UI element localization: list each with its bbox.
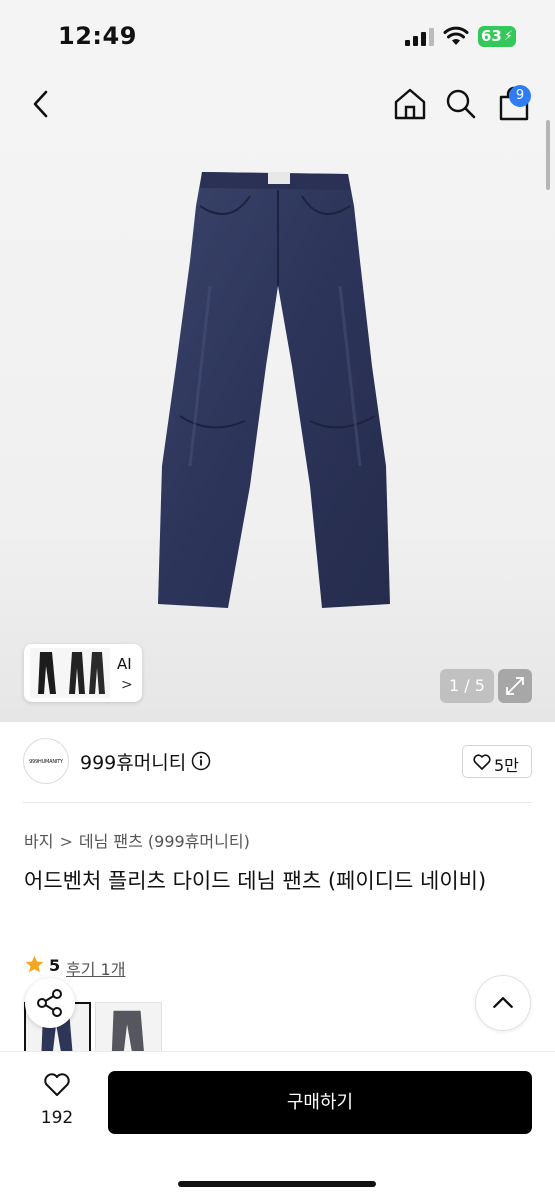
breadcrumb-separator: >	[59, 832, 73, 851]
ai-styling-chip[interactable]: AI >	[24, 644, 142, 702]
heart-icon	[44, 1073, 70, 1096]
heart-icon	[473, 754, 491, 770]
swatch-grey-image	[111, 1010, 145, 1057]
image-counter: 1 / 5	[440, 669, 494, 703]
chevron-right-icon: >	[121, 677, 133, 693]
ai-outfit-thumbnail	[30, 648, 110, 698]
star-icon	[25, 955, 44, 973]
wifi-icon	[443, 26, 469, 45]
charging-bolt-icon: ⚡	[503, 29, 513, 44]
color-swatch-grey[interactable]	[95, 1002, 162, 1058]
rating-score: 5	[49, 956, 61, 975]
home-icon[interactable]	[393, 87, 427, 121]
buy-button[interactable]: 구매하기	[108, 1071, 532, 1134]
store-name[interactable]: 999휴머니티	[80, 748, 186, 775]
status-time: 12:49	[58, 22, 137, 50]
cellular-signal-icon	[405, 28, 434, 46]
scroll-to-top-icon[interactable]	[475, 975, 531, 1031]
product-title: 어드벤처 플리츠 다이드 데님 팬츠 (페이디드 네이비)	[24, 869, 487, 893]
divider	[23, 802, 532, 803]
scrollbar-thumb[interactable]	[546, 120, 550, 190]
wishlist-button[interactable]: 192	[34, 1072, 80, 1132]
battery-level: 63	[481, 27, 502, 45]
breadcrumb: 바지 > 데님 팬츠 (999휴머니티)	[24, 828, 250, 852]
share-icon[interactable]	[25, 978, 75, 1028]
wishlist-count: 192	[40, 1108, 74, 1128]
breadcrumb-category[interactable]: 바지	[24, 832, 53, 851]
home-indicator	[178, 1181, 376, 1187]
cart-count-badge: 9	[509, 85, 531, 107]
ai-label: AI	[117, 655, 132, 673]
status-bar: 12:49 63 ⚡	[0, 0, 555, 72]
battery-indicator: 63 ⚡	[478, 26, 516, 47]
store-logo[interactable]: 999HUMANITY	[23, 738, 69, 784]
store-like-button[interactable]: 5만	[462, 745, 532, 778]
back-arrow-icon[interactable]	[28, 89, 54, 119]
review-count-link[interactable]: 후기 1개	[66, 956, 125, 980]
store-like-count: 5만	[494, 756, 519, 775]
info-icon[interactable]	[191, 751, 211, 771]
search-icon[interactable]	[445, 88, 477, 120]
breadcrumb-subcategory[interactable]: 데님 팬츠 (999휴머니티)	[79, 832, 250, 851]
product-photo	[158, 172, 390, 608]
expand-icon[interactable]	[498, 669, 532, 703]
